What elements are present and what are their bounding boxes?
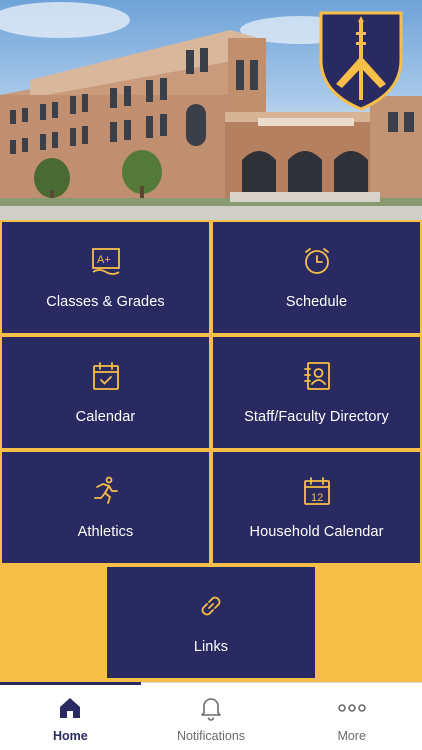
tile-label: Athletics (77, 524, 134, 540)
tile-schedule[interactable]: Schedule (213, 222, 420, 333)
active-tab-indicator (0, 682, 141, 685)
tile-label: Staff/Faculty Directory (244, 409, 389, 425)
bell-icon (199, 695, 223, 721)
svg-text:12: 12 (311, 492, 323, 504)
runner-icon (89, 474, 123, 508)
tab-label: More (337, 729, 366, 743)
calendar-12-icon: 12 (300, 474, 334, 508)
tab-label: Notifications (176, 729, 246, 743)
tile-label: Household Calendar (249, 524, 384, 540)
calendar-check-icon (89, 359, 123, 393)
tile-household-calendar[interactable]: 12 Household Calendar (213, 452, 420, 563)
alarm-clock-icon (300, 244, 334, 278)
tab-more[interactable]: More (281, 683, 422, 750)
tile-label: Links (193, 639, 229, 655)
tile-staff-faculty-directory[interactable]: Staff/Faculty Directory (213, 337, 420, 448)
tab-home[interactable]: Home (0, 682, 141, 750)
svg-text:A+: A+ (97, 254, 111, 266)
tile-links[interactable]: Links (107, 567, 315, 678)
contact-book-icon (300, 359, 334, 393)
tab-label: Home (52, 729, 88, 743)
tile-calendar[interactable]: Calendar (2, 337, 209, 448)
tab-notifications[interactable]: Notifications (141, 683, 282, 750)
home-icon (58, 695, 82, 721)
tile-label: Calendar (75, 409, 136, 425)
menu-grid: A+ Classes & Grades Schedule Calendar St… (0, 220, 422, 682)
more-dots-icon (337, 695, 366, 721)
tile-athletics[interactable]: Athletics (2, 452, 209, 563)
bottom-tab-bar: Home Notifications More (0, 682, 422, 750)
school-crest-logo (319, 11, 403, 111)
tile-label: Schedule (285, 294, 348, 310)
tile-classes-grades[interactable]: A+ Classes & Grades (2, 222, 209, 333)
grade-paper-icon: A+ (89, 244, 123, 278)
hero-school-photo (0, 0, 422, 220)
tile-label: Classes & Grades (46, 294, 165, 310)
link-icon (194, 589, 228, 623)
